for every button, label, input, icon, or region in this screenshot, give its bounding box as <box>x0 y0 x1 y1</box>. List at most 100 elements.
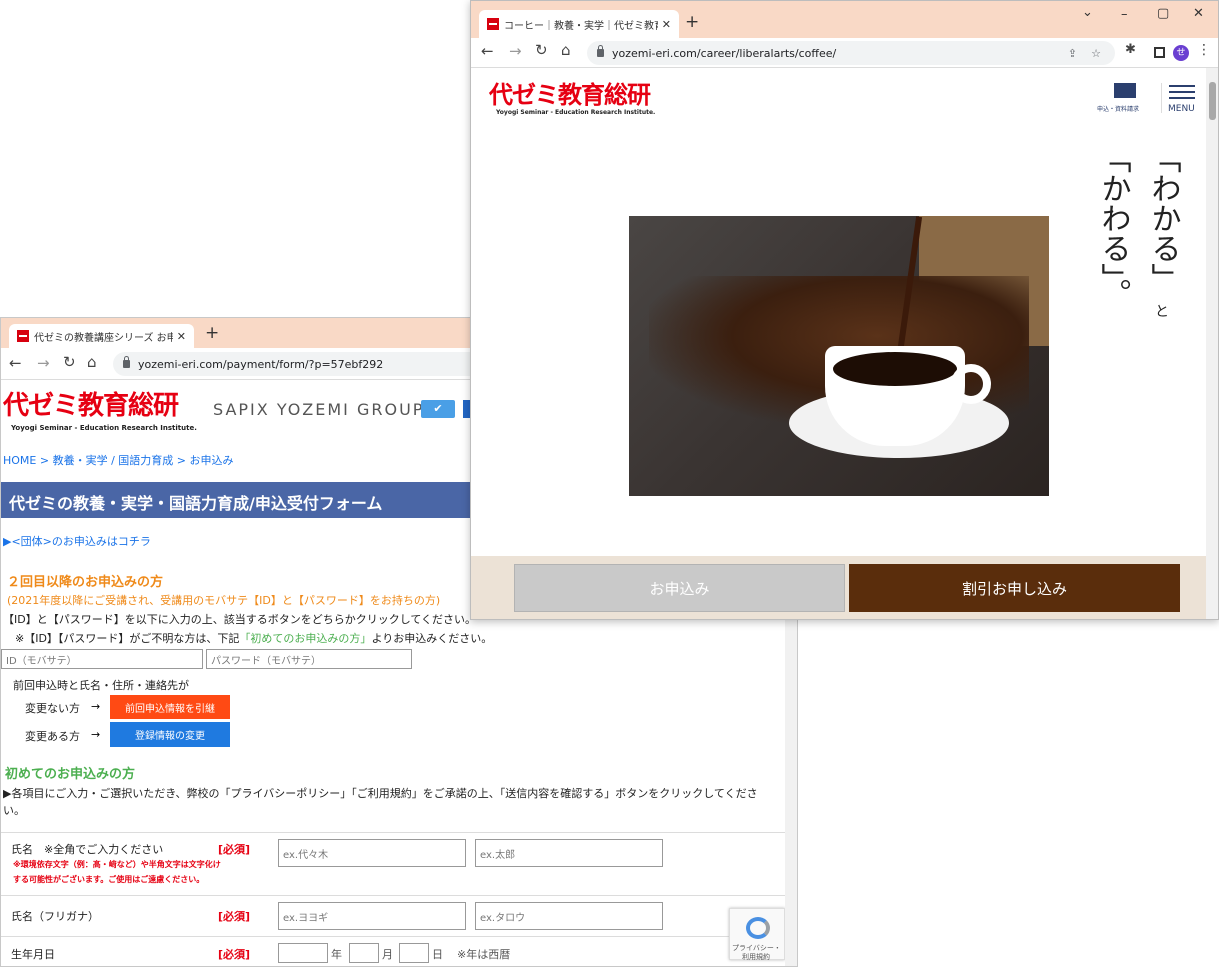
form-divider-top <box>1 832 785 833</box>
tab-coffee[interactable]: コーヒー｜教養・実学｜代ゼミ教育総 ✕ <box>479 10 679 38</box>
first-name-placeholder: ex.太郎 <box>480 849 516 861</box>
name-warning-line2: する可能性がございます。ご使用はご遠慮ください。 <box>13 875 205 884</box>
birthdate-required-badge: [必須] <box>218 948 251 961</box>
forward-arrow-icon[interactable]: → <box>37 354 50 372</box>
mobasate-id-input[interactable]: ID（モバサテ） <box>1 649 203 669</box>
front-tab-bar: コーヒー｜教養・実学｜代ゼミ教育総 ✕ + ⌄ – ▢ ✕ <box>471 1 1218 38</box>
birth-day-input[interactable] <box>399 943 429 963</box>
birthdate-label: 生年月日 <box>11 948 55 961</box>
birth-year-input[interactable] <box>278 943 328 963</box>
kana-required-badge: [必須] <box>218 910 251 923</box>
front-tab-title: コーヒー｜教養・実学｜代ゼミ教育総 <box>504 20 658 32</box>
mail-label[interactable]: 申込・資料請求 <box>1097 104 1139 113</box>
front-url-text: yozemi-eri.com/career/liberalarts/coffee… <box>612 46 837 60</box>
recaptcha-text-2[interactable]: 利用規約 <box>742 952 770 962</box>
front-address-row: ← → ↻ ⌂ yozemi-eri.com/career/liberalart… <box>471 38 1218 68</box>
page-title: 代ゼミの教養・実学・国語力育成/申込受付フォーム <box>9 494 383 513</box>
breadcrumb[interactable]: HOME > 教養・実学 / 国語力育成 > お申込み <box>3 452 234 468</box>
mobasate-password-input[interactable]: パスワード（モバサテ） <box>206 649 412 669</box>
back-arrow-icon[interactable]: ← <box>9 354 22 372</box>
front-home-icon[interactable]: ⌂ <box>561 41 571 59</box>
front-back-arrow-icon[interactable]: ← <box>481 42 494 60</box>
front-forward-arrow-icon[interactable]: → <box>509 42 522 60</box>
front-close-tab-icon[interactable]: ✕ <box>662 18 671 31</box>
id-placeholder: ID（モバサテ） <box>6 655 77 667</box>
maximize-icon[interactable]: ▢ <box>1157 6 1169 21</box>
front-url-field[interactable]: yozemi-eri.com/career/liberalarts/coffee… <box>587 41 1115 65</box>
change-registration-button[interactable]: 登録情報の変更 <box>110 722 230 747</box>
headline-col-2: 「かわる」。 <box>1095 143 1131 308</box>
section2-instruction-wrap: い。 <box>3 804 25 817</box>
site-logo[interactable]: 代ゼミ教育総研 <box>3 385 179 422</box>
group-apply-link[interactable]: ▶<団体>のお申込みはコチラ <box>3 533 151 549</box>
year-label: 年 <box>331 948 342 961</box>
kana-first-input[interactable]: ex.タロウ <box>475 902 663 930</box>
reload-icon[interactable]: ↻ <box>63 353 76 371</box>
section1-instruction: 【ID】と【パスワード】を以下に入力の上、該当するボタンをどちらかクリックしてく… <box>3 613 477 626</box>
headline-col-1: 「わかる」 <box>1145 143 1181 293</box>
front-scrollbar[interactable] <box>1206 68 1218 619</box>
tab-payment-form[interactable]: 代ゼミの教養講座シリーズ お申込み ✕ <box>9 324 194 348</box>
arrow-text-2: → <box>91 728 101 741</box>
minimize-icon[interactable]: – <box>1121 7 1128 22</box>
coffee-surface <box>833 352 957 386</box>
hamburger-menu-icon[interactable] <box>1169 85 1195 99</box>
inherit-previous-button[interactable]: 前回申込情報を引継 <box>110 695 230 719</box>
twitter-icon[interactable]: ✔ <box>421 400 455 418</box>
front-browser-window: コーヒー｜教養・実学｜代ゼミ教育総 ✕ + ⌄ – ▢ ✕ ← → ↻ ⌂ yo… <box>470 0 1219 620</box>
new-tab-button[interactable]: + <box>205 323 219 343</box>
close-tab-icon[interactable]: ✕ <box>177 330 186 343</box>
sidepanel-icon[interactable] <box>1154 47 1165 58</box>
unchanged-label: 変更ない方 <box>25 702 80 715</box>
front-favicon-icon <box>487 18 499 30</box>
recaptcha-badge[interactable]: プライバシー・ 利用規約 <box>729 908 785 962</box>
lock-icon <box>123 356 130 368</box>
home-icon[interactable]: ⌂ <box>87 353 97 371</box>
url-text: yozemi-eri.com/payment/form/?p=57ebf292 <box>138 357 384 371</box>
section1-note: (2021年度以降にご受講され、受講用のモバサテ【ID】と【パスワード】をお持ち… <box>7 594 441 607</box>
logo-subtitle: Yoyogi Seminar - Education Research Inst… <box>11 424 197 432</box>
era-note: ※年は西暦 <box>457 948 511 961</box>
section2-instruction: ▶各項目にご入力・ご選択いただき、弊校の「プライバシーポリシー」「ご利用規約」を… <box>3 787 758 800</box>
site-favicon-icon <box>17 330 29 342</box>
birth-month-input[interactable] <box>349 943 379 963</box>
menu-label[interactable]: MENU <box>1168 104 1195 114</box>
changed-label: 変更ある方 <box>25 730 80 743</box>
kana-label: 氏名（フリガナ） <box>11 910 99 923</box>
coffee-photo <box>629 216 1049 496</box>
last-name-placeholder: ex.代々木 <box>283 849 329 861</box>
recaptcha-icon <box>746 917 770 939</box>
pw-placeholder: パスワード（モバサテ） <box>211 655 321 667</box>
hint-link[interactable]: 「初めてのお申込みの方」 <box>239 632 371 645</box>
kana-first-placeholder: ex.タロウ <box>480 912 526 924</box>
mail-icon[interactable] <box>1114 83 1136 98</box>
tab-title: 代ゼミの教養講座シリーズ お申込み <box>34 332 173 344</box>
section2-heading: 初めてのお申込みの方 <box>5 767 136 782</box>
front-reload-icon[interactable]: ↻ <box>535 41 548 59</box>
share-page-icon[interactable]: ⇪ <box>1068 47 1077 60</box>
kana-last-input[interactable]: ex.ヨヨギ <box>278 902 466 930</box>
extensions-icon[interactable]: ✱ <box>1125 42 1136 57</box>
front-scrollbar-thumb[interactable] <box>1209 82 1216 120</box>
apply-button[interactable]: お申込み <box>514 564 845 612</box>
front-new-tab-button[interactable]: + <box>685 12 699 32</box>
form-divider-1 <box>1 895 785 896</box>
front-lock-icon <box>597 45 604 57</box>
tab-search-dropdown-icon[interactable]: ⌄ <box>1082 5 1093 20</box>
more-menu-icon[interactable]: ⋮ <box>1197 42 1211 58</box>
hint-suffix: よりお申込みください。 <box>371 632 493 645</box>
bookmark-star-icon[interactable]: ☆ <box>1091 47 1101 60</box>
arrow-text: → <box>91 700 101 713</box>
first-name-input[interactable]: ex.太郎 <box>475 839 663 867</box>
headline-to: と <box>1155 304 1169 320</box>
front-site-logo[interactable]: 代ゼミ教育総研 <box>489 75 651 110</box>
discount-apply-button[interactable]: 割引お申し込み <box>849 564 1180 612</box>
divider-line <box>1161 83 1162 113</box>
name-required-badge: [必須] <box>218 843 251 856</box>
form-divider-2 <box>1 936 785 937</box>
group-text: SAPIX YOZEMI GROUP <box>213 400 425 419</box>
profile-avatar[interactable]: せ <box>1173 45 1189 61</box>
hint-prefix: ※【ID】【パスワード】がご不明な方は、下記 <box>15 632 240 645</box>
last-name-input[interactable]: ex.代々木 <box>278 839 466 867</box>
window-close-icon[interactable]: ✕ <box>1193 6 1204 21</box>
